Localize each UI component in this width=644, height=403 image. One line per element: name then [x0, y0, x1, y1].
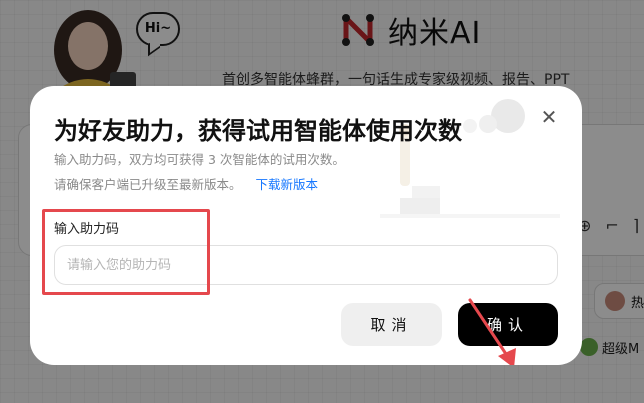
version-hint: 请确保客户端已升级至最新版本。 下载新版本 [54, 174, 318, 193]
decoration-illustration [380, 99, 560, 218]
confirm-button[interactable]: 确认 [458, 303, 558, 346]
cancel-button[interactable]: 取消 [341, 303, 442, 346]
field-label: 输入助力码 [54, 222, 120, 237]
dialog-title: 为好友助力，获得试用智能体使用次数 [54, 117, 462, 145]
dialog-description: 输入助力码，双方均可获得 3 次智能体的试用次数。 [54, 152, 345, 167]
close-icon[interactable]: ✕ [538, 106, 560, 128]
boost-dialog: ✕ 为好友助力，获得试用智能体使用次数 输入助力码，双方均可获得 3 次智能体的… [30, 86, 582, 365]
version-hint-text: 请确保客户端已升级至最新版本。 [54, 177, 242, 192]
download-new-version-link[interactable]: 下载新版本 [256, 177, 319, 192]
boost-code-input[interactable] [54, 245, 558, 285]
